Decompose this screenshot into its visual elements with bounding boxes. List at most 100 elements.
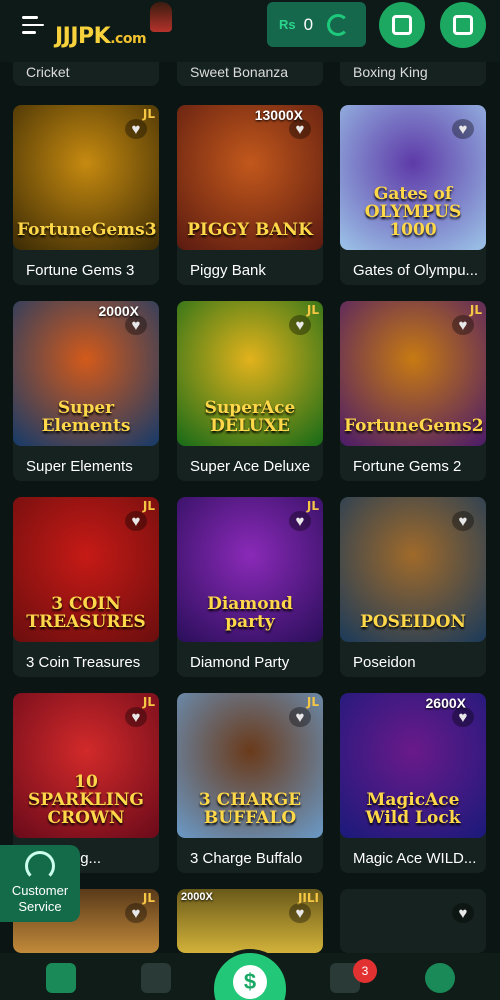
gift-icon[interactable] — [141, 963, 171, 993]
game-thumbnail[interactable]: POSEIDON ♥ — [340, 497, 486, 642]
provider-badge: JL — [306, 695, 319, 709]
game-thumbnail[interactable]: Gates of OLYMPUS 1000 ♥ — [340, 105, 486, 250]
game-thumbnail[interactable]: ♥ — [340, 889, 486, 953]
game-card[interactable]: PIGGY BANK 13000X ♥ Piggy Bank — [177, 105, 323, 285]
heart-icon[interactable]: ♥ — [125, 119, 147, 139]
heart-icon[interactable]: ♥ — [289, 119, 311, 139]
game-thumbnail[interactable]: 3 CHARGE BUFFALO JL ♥ — [177, 693, 323, 838]
logo-suffix: .com — [110, 31, 147, 47]
currency-label: Rs — [279, 17, 296, 32]
balance-value: 0 — [303, 14, 314, 34]
heart-icon[interactable]: ♥ — [125, 315, 147, 335]
game-art-title: Super Elements — [41, 398, 131, 437]
deposit-button[interactable] — [379, 2, 425, 48]
customer-service-label-1: Customer — [11, 883, 69, 898]
game-name: Piggy Bank — [190, 262, 266, 279]
game-card[interactable]: ♥ — [340, 889, 486, 953]
multiplier-badge: 2000X — [181, 891, 213, 903]
withdraw-button[interactable] — [440, 2, 486, 48]
heart-icon[interactable]: ♥ — [125, 511, 147, 531]
game-thumbnail[interactable]: SuperAce DELUXE JL ♥ — [177, 301, 323, 446]
heart-icon[interactable]: ♥ — [452, 119, 474, 139]
game-card[interactable]: 3 CHARGE BUFFALO JL ♥ 3 Charge Buffalo — [177, 693, 323, 873]
heart-icon[interactable]: ♥ — [289, 511, 311, 531]
game-art-title: MagicAce Wild Lock — [365, 790, 461, 829]
game-thumbnail[interactable]: FortuneGems2 JL ♥ — [340, 301, 486, 446]
game-name: Cricket — [26, 64, 70, 80]
notification-badge: 3 — [353, 959, 377, 983]
balance-box[interactable]: Rs 0 — [267, 2, 366, 47]
game-thumbnail[interactable]: Diamond party JL ♥ — [177, 497, 323, 642]
game-card[interactable]: FortuneGems2 JL ♥ Fortune Gems 2 — [340, 301, 486, 481]
bottom-nav: $ 3 — [0, 949, 500, 1000]
game-name: Super Elements — [26, 458, 133, 475]
top-header: JJJPK.com Rs 0 — [0, 0, 500, 62]
provider-badge: JL — [142, 107, 155, 121]
game-card[interactable]: MagicAce Wild Lock 2600X ♥ Magic Ace WILD..… — [340, 693, 486, 873]
heart-icon[interactable]: ♥ — [452, 707, 474, 727]
heart-icon[interactable]: ♥ — [125, 707, 147, 727]
page: JJJPK.com Rs 0 Cricket Sweet Bonanza Box… — [0, 0, 500, 1000]
provider-badge: JL — [306, 303, 319, 317]
game-name: Fortune Gems 2 — [353, 458, 462, 475]
game-thumbnail[interactable]: MagicAce Wild Lock 2600X ♥ — [340, 693, 486, 838]
game-card[interactable]: JILI 2000X ♥ — [177, 889, 323, 953]
game-thumbnail[interactable]: 10 SPARKLING CROWN JL ♥ — [13, 693, 159, 838]
provider-badge: JL — [142, 891, 155, 905]
refresh-icon[interactable] — [327, 13, 350, 36]
game-name: Gates of Olympu... — [353, 262, 479, 279]
heart-icon[interactable]: ♥ — [289, 315, 311, 335]
game-card[interactable]: POSEIDON ♥ Poseidon — [340, 497, 486, 677]
customer-service-label-2: Service — [18, 899, 62, 914]
game-thumbnail[interactable]: Super Elements 2000X ♥ — [13, 301, 159, 446]
game-art-title: Diamond party — [207, 594, 293, 633]
game-card[interactable]: Super Elements 2000X ♥ Super Elements — [13, 301, 159, 481]
heart-icon[interactable]: ♥ — [452, 511, 474, 531]
logo-mascot-icon — [150, 2, 172, 32]
heart-icon[interactable]: ♥ — [452, 315, 474, 335]
game-thumbnail[interactable]: 3 COIN TREASURES JL ♥ — [13, 497, 159, 642]
game-name: 3 Coin Treasures — [26, 654, 141, 671]
game-name: Sweet Bonanza — [190, 64, 289, 80]
game-art-title: Gates of OLYMPUS 1000 — [364, 184, 462, 241]
brand-logo[interactable]: JJJPK.com — [55, 24, 147, 49]
customer-service-button[interactable]: Customer Service — [0, 845, 80, 922]
game-name: 3 Charge Buffalo — [190, 850, 303, 867]
game-card[interactable]: Gates of OLYMPUS 1000 ♥ Gates of Olympu... — [340, 105, 486, 285]
heart-icon[interactable]: ♥ — [289, 903, 311, 923]
home-icon[interactable] — [46, 963, 76, 993]
deposit-icon — [392, 15, 412, 35]
game-name: Boxing King — [353, 64, 428, 80]
logo-text: JJJPK — [55, 24, 111, 49]
wallet-button[interactable]: $ — [210, 949, 290, 1000]
provider-badge: JL — [142, 499, 155, 513]
game-name: Super Ace Deluxe — [190, 458, 311, 475]
heart-icon[interactable]: ♥ — [452, 903, 474, 923]
game-name: Fortune Gems 3 — [26, 262, 135, 279]
game-art-title: 10 SPARKLING CROWN — [28, 772, 144, 829]
game-card[interactable]: SuperAce DELUXE JL ♥ Super Ace Deluxe — [177, 301, 323, 481]
game-art-title: POSEIDON — [360, 612, 466, 633]
provider-badge: JL — [469, 303, 482, 317]
game-art-title: FortuneGems3 — [17, 220, 157, 241]
heart-icon[interactable]: ♥ — [289, 707, 311, 727]
provider-badge: JL — [306, 499, 319, 513]
game-art-title: PIGGY BANK — [187, 220, 313, 241]
game-thumbnail[interactable]: JILI 2000X ♥ — [177, 889, 323, 953]
game-card[interactable]: FortuneGems3 JL ♥ Fortune Gems 3 — [13, 105, 159, 285]
provider-badge: JL — [142, 695, 155, 709]
heart-icon[interactable]: ♥ — [125, 903, 147, 923]
game-card[interactable]: 3 COIN TREASURES JL ♥ 3 Coin Treasures — [13, 497, 159, 677]
withdraw-icon — [453, 15, 473, 35]
game-thumbnail[interactable]: PIGGY BANK 13000X ♥ — [177, 105, 323, 250]
headset-icon — [25, 851, 55, 881]
game-card[interactable]: Diamond party JL ♥ Diamond Party — [177, 497, 323, 677]
game-thumbnail[interactable]: FortuneGems3 JL ♥ — [13, 105, 159, 250]
profile-icon[interactable] — [425, 963, 455, 993]
game-name: Poseidon — [353, 654, 416, 671]
game-name: Diamond Party — [190, 654, 290, 671]
menu-icon[interactable] — [22, 16, 44, 34]
game-name: Magic Ace WILD... — [353, 850, 477, 867]
game-art-title: 3 CHARGE BUFFALO — [198, 790, 302, 829]
game-art-title: 3 COIN TREASURES — [26, 594, 146, 633]
